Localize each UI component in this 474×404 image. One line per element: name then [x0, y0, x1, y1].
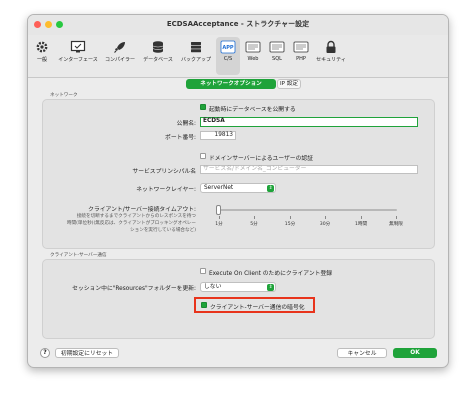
- app-badge-text: APP: [222, 45, 234, 51]
- timeout-label: クライアント/サーバー接続タイムアウト:: [88, 207, 196, 213]
- publish-name-label: 公開名:: [176, 121, 196, 127]
- domain-auth-checkbox[interactable]: [200, 153, 206, 159]
- backup-icon: [191, 42, 201, 53]
- resources-folder-value: しない: [204, 284, 222, 290]
- lock-icon: [326, 40, 336, 53]
- timeout-tick-label: 30分: [319, 222, 331, 227]
- toolbar-item-interface[interactable]: インターフェース: [56, 37, 100, 75]
- toolbar-label: セキュリティ: [316, 57, 346, 63]
- network-layer-label: ネットワークレイヤー:: [136, 187, 196, 193]
- toolbar-label: データベース: [143, 57, 173, 63]
- timeout-tick-label: 5分: [250, 222, 258, 227]
- timeout-description-line-3: ションを実行している場合など): [130, 228, 196, 233]
- toolbar-label: C/S: [223, 56, 233, 62]
- spn-input[interactable]: サービス名/ドメイン名_コンピューター: [200, 165, 418, 174]
- timeout-tick-label: 15分: [284, 222, 296, 227]
- domain-auth-label: ドメインサーバーによるユーザーの認証: [209, 156, 313, 162]
- timeout-tick-mark: [219, 216, 220, 219]
- toolbar-item-cs[interactable]: APP C/S: [216, 37, 240, 75]
- network-group-title: ネットワーク: [50, 93, 78, 98]
- preferences-toolbar: 一般 インターフェース コンパイラー データベース バックアップ APP C/S…: [28, 35, 448, 78]
- ok-button[interactable]: OK: [393, 348, 437, 358]
- toolbar-label: Web: [247, 56, 259, 62]
- resources-folder-label: セッション中に"Resources"フォルダーを更新:: [72, 286, 196, 292]
- client-server-group-title: クライアント-サーバー通信: [50, 253, 107, 258]
- timeout-tick-mark: [290, 216, 291, 219]
- timeout-tick-label: 1分: [215, 222, 223, 227]
- publish-at-startup-label: 起動時にデータベースを公開する: [209, 107, 296, 113]
- monitor-icon: [70, 40, 86, 53]
- timeout-tick-mark: [325, 216, 326, 219]
- execute-on-client-checkbox[interactable]: [200, 268, 206, 274]
- chevron-updown-icon: ⇕: [267, 283, 274, 291]
- title-bar: ECDSAAcceptance - ストラクチャー設定: [28, 15, 448, 35]
- help-button[interactable]: ?: [40, 348, 50, 358]
- toolbar-item-security[interactable]: セキュリティ: [314, 37, 348, 75]
- database-icon: [152, 41, 164, 53]
- encrypt-communication-label: クライアント-サーバー通信の暗号化: [210, 305, 305, 311]
- timeout-description-line-2: 時間(単位秒)(無反応は、クライアントがブロッキングオペレー: [66, 221, 196, 226]
- port-number-label: ポート番号:: [165, 135, 196, 141]
- timeout-tick-mark: [396, 216, 397, 219]
- timeout-slider-thumb[interactable]: [216, 205, 221, 215]
- toolbar-item-database[interactable]: データベース: [140, 37, 176, 75]
- resources-folder-popup[interactable]: しない ⇕: [200, 282, 276, 292]
- tab-network-options[interactable]: ネットワークオプション: [186, 79, 276, 89]
- toolbar-item-compiler[interactable]: コンパイラー: [102, 37, 138, 75]
- toolbar-label: SQL: [272, 56, 282, 62]
- timeout-description-line-1: 接続を切断するまでクライアントからのレスポンスを待つ: [76, 214, 196, 219]
- toolbar-item-backup[interactable]: バックアップ: [178, 37, 214, 75]
- publish-at-startup-checkbox[interactable]: [200, 104, 206, 110]
- toolbar-label: バックアップ: [180, 57, 211, 63]
- rocket-icon: [114, 42, 125, 53]
- toolbar-label: 一般: [36, 57, 47, 63]
- network-layer-popup[interactable]: ServerNet ⇕: [200, 183, 276, 193]
- timeout-tick-label: 無制限: [389, 222, 403, 227]
- toolbar-item-sql[interactable]: SQL: [266, 37, 288, 75]
- port-number-input[interactable]: 19813: [200, 131, 236, 140]
- network-layer-value: ServerNet: [204, 185, 234, 191]
- cancel-button[interactable]: キャンセル: [337, 348, 387, 358]
- toolbar-item-php[interactable]: PHP: [290, 37, 312, 75]
- tab-ip-settings[interactable]: IP 設定: [277, 79, 301, 89]
- sql-icon: [269, 41, 285, 53]
- gear-icon: [36, 41, 48, 53]
- toolbar-item-web[interactable]: Web: [242, 37, 264, 75]
- timeout-tick-label: 1時間: [354, 222, 368, 227]
- timeout-tick-mark: [361, 216, 362, 219]
- chevron-updown-icon: ⇕: [267, 184, 274, 192]
- execute-on-client-label: Execute On Client のためにクライアント登録: [209, 271, 333, 277]
- timeout-slider-track[interactable]: [219, 209, 397, 211]
- reset-defaults-button[interactable]: 初期設定にリセット: [55, 348, 119, 358]
- spn-label: サービスプリンシパル名: [132, 169, 196, 175]
- toolbar-item-general[interactable]: 一般: [30, 37, 54, 75]
- web-icon: [245, 41, 261, 53]
- encrypt-communication-checkbox[interactable]: [201, 302, 207, 308]
- publish-name-input[interactable]: ECDSA: [200, 117, 418, 127]
- settings-window: ECDSAAcceptance - ストラクチャー設定 一般 インターフェース: [27, 14, 449, 368]
- toolbar-label: コンパイラー: [104, 57, 135, 63]
- timeout-tick-mark: [254, 216, 255, 219]
- php-icon: [293, 41, 309, 53]
- toolbar-label: PHP: [296, 56, 306, 62]
- window-title: ECDSAAcceptance - ストラクチャー設定: [166, 20, 310, 28]
- app-server-icon: APP: [220, 40, 236, 54]
- toolbar-label: インターフェース: [58, 57, 98, 63]
